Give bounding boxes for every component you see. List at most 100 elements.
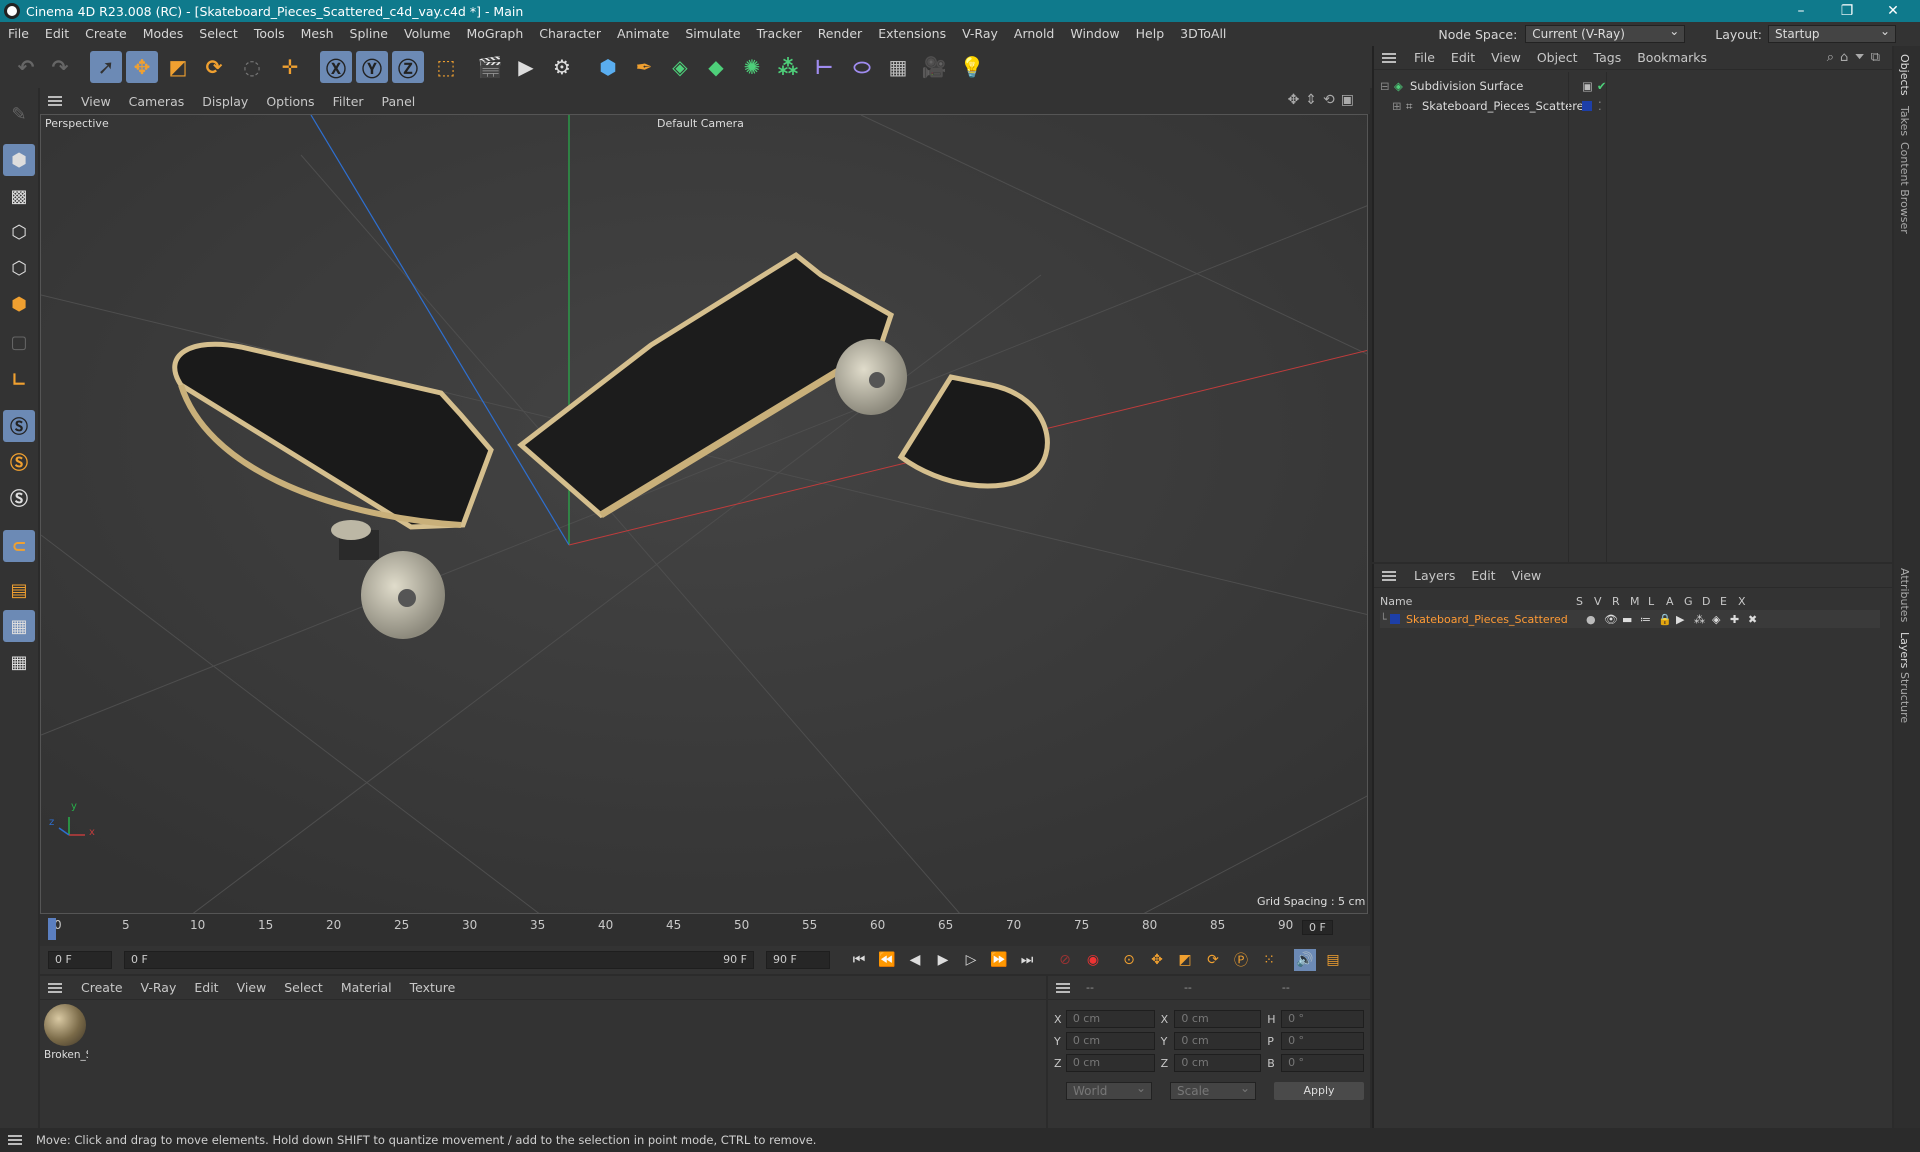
menu-window[interactable]: Window <box>1062 22 1127 46</box>
tab-content-browser[interactable]: Content Browser <box>1898 142 1911 234</box>
viewport-menu-options[interactable]: Options <box>257 94 323 109</box>
sound-icon[interactable]: 🔊 <box>1294 949 1316 971</box>
cloner-icon[interactable]: ✺ <box>736 51 768 83</box>
material-swatch[interactable]: Broken_S <box>44 1004 88 1064</box>
rotate-tool-icon[interactable]: ⟳ <box>198 51 230 83</box>
menu-mograph[interactable]: MoGraph <box>458 22 531 46</box>
undo-icon[interactable]: ↶ <box>10 51 42 83</box>
coordinate-system-icon[interactable]: ⬚ <box>430 51 462 83</box>
menu-tools[interactable]: Tools <box>246 22 293 46</box>
snap-icon[interactable]: Ⓢ <box>3 410 35 442</box>
key-rotation-icon[interactable]: ⟳ <box>1202 949 1224 971</box>
next-frame-icon[interactable]: ▷ <box>960 949 982 971</box>
deformer-icon[interactable]: ⊢ <box>808 51 840 83</box>
menu-modes[interactable]: Modes <box>135 22 192 46</box>
current-frame-field[interactable]: 0 F <box>1302 920 1333 935</box>
visibility-dots-icon[interactable]: ⁚ <box>1598 99 1602 113</box>
pos-y-field[interactable]: 0 cm <box>1065 1032 1155 1050</box>
record-keys-icon[interactable]: ⊘ <box>1054 949 1076 971</box>
floor-icon[interactable]: ▦ <box>882 51 914 83</box>
keyframe-selection-icon[interactable]: ⊙ <box>1118 949 1140 971</box>
menu-edit[interactable]: Edit <box>37 22 77 46</box>
locked-workplane-icon[interactable]: ▦ <box>3 646 35 678</box>
mograph-fracture-icon[interactable]: ⁂ <box>772 51 804 83</box>
menu-render[interactable]: Render <box>810 22 871 46</box>
tab-attributes[interactable]: Attributes <box>1898 568 1911 622</box>
select-tool-icon[interactable]: ➚ <box>90 51 122 83</box>
light-icon[interactable]: 💡 <box>956 51 988 83</box>
layer-solo-icon[interactable]: ● <box>1586 613 1604 626</box>
layer-menu-layers[interactable]: Layers <box>1406 568 1463 583</box>
tab-layers[interactable]: Layers <box>1898 632 1911 668</box>
model-mode-icon[interactable]: ⬢ <box>3 144 35 176</box>
layer-render-icon[interactable]: ▬ <box>1622 613 1640 626</box>
layer-row[interactable]: └ Skateboard_Pieces_Scattered ● 👁 ▬ ≔ 🔒 … <box>1380 610 1880 628</box>
workplane-icon[interactable]: ▤ <box>3 574 35 606</box>
material-menu-select[interactable]: Select <box>275 980 332 995</box>
extrude-generator-icon[interactable]: ◆ <box>700 51 732 83</box>
recent-tool-icon[interactable]: ◌ <box>236 51 268 83</box>
expand-icon[interactable]: ⊟ <box>1380 79 1394 93</box>
layer-xref-icon[interactable]: ✖ <box>1748 613 1766 626</box>
go-to-end-icon[interactable]: ⏭ <box>1016 949 1038 971</box>
layer-lock-icon[interactable]: 🔒 <box>1658 613 1676 626</box>
material-menu-view[interactable]: View <box>228 980 276 995</box>
viewport-menu-icon[interactable] <box>48 96 62 106</box>
tab-objects[interactable]: Objects <box>1898 54 1911 96</box>
expand-icon[interactable]: ⊞ <box>1392 99 1406 113</box>
object-menu-object[interactable]: Object <box>1529 50 1586 65</box>
render-view-icon[interactable]: ▶ <box>510 51 542 83</box>
render-region-icon[interactable]: 🎬 <box>474 51 506 83</box>
object-menu-view[interactable]: View <box>1483 50 1529 65</box>
timeline-ruler[interactable]: 0 5 10 15 20 25 30 35 40 45 50 55 60 65 … <box>40 914 1370 946</box>
polygons-mode-icon[interactable]: ⬢ <box>3 288 35 320</box>
go-to-start-icon[interactable]: ⏮ <box>848 949 870 971</box>
menu-simulate[interactable]: Simulate <box>677 22 748 46</box>
paint-tool-icon[interactable]: ✎ <box>3 98 35 130</box>
edges-mode-icon[interactable]: ⬡ <box>3 252 35 284</box>
points-mode-icon[interactable]: ⬡ <box>3 216 35 248</box>
create-tool-icon[interactable]: ✛ <box>274 51 306 83</box>
object-menu-file[interactable]: File <box>1406 50 1443 65</box>
layer-menu-view[interactable]: View <box>1504 568 1550 583</box>
grid-icon[interactable]: ▦ <box>3 610 35 642</box>
material-menu-material[interactable]: Material <box>332 980 401 995</box>
object-menu-icon[interactable] <box>1382 52 1396 63</box>
snap-settings-icon[interactable]: Ⓢ <box>3 446 35 478</box>
layer-color-swatch[interactable] <box>1582 101 1592 111</box>
layer-generators-icon[interactable]: ⁂ <box>1694 613 1712 626</box>
layer-deformers-icon[interactable]: ◈ <box>1712 613 1730 626</box>
texture-mode-icon[interactable]: ▩ <box>3 180 35 212</box>
layer-menu-icon[interactable] <box>1382 570 1396 581</box>
scale-tool-icon[interactable]: ◩ <box>162 51 194 83</box>
size-x-field[interactable]: 0 cm <box>1174 1010 1262 1028</box>
menu-vray[interactable]: V-Ray <box>954 22 1006 46</box>
editor-toggle-icon[interactable]: ▣ <box>1582 79 1593 93</box>
close-button[interactable]: ✕ <box>1870 0 1916 22</box>
viewport-menu-view[interactable]: View <box>72 94 120 109</box>
pos-z-field[interactable]: 0 cm <box>1065 1054 1155 1072</box>
apply-button[interactable]: Apply <box>1274 1082 1364 1100</box>
material-menu-edit[interactable]: Edit <box>185 980 227 995</box>
viewport-menu-filter[interactable]: Filter <box>324 94 373 109</box>
minimize-button[interactable]: – <box>1778 0 1824 22</box>
menu-3dtoall[interactable]: 3DToAll <box>1172 22 1234 46</box>
menu-spline[interactable]: Spline <box>342 22 396 46</box>
viewport-menu-display[interactable]: Display <box>193 94 257 109</box>
rot-h-field[interactable]: 0 ° <box>1281 1010 1364 1028</box>
viewport-menu-panel[interactable]: Panel <box>373 94 425 109</box>
layer-menu-edit[interactable]: Edit <box>1463 568 1503 583</box>
object-menu-bookmarks[interactable]: Bookmarks <box>1629 50 1715 65</box>
size-y-field[interactable]: 0 cm <box>1174 1032 1262 1050</box>
move-tool-icon[interactable]: ✥ <box>126 51 158 83</box>
menu-character[interactable]: Character <box>531 22 609 46</box>
play-icon[interactable]: ▶ <box>932 949 954 971</box>
layer-expressions-icon[interactable]: ✚ <box>1730 613 1748 626</box>
key-parameter-icon[interactable]: Ⓟ <box>1230 949 1252 971</box>
timeline-window-icon[interactable]: ▤ <box>1322 949 1344 971</box>
uv-mode-icon[interactable]: ▢ <box>3 326 35 358</box>
viewport-nav-icons[interactable]: ✥⇕⟲▣ <box>1288 92 1360 108</box>
material-menu-create[interactable]: Create <box>72 980 132 995</box>
layer-name[interactable]: Skateboard_Pieces_Scattered <box>1406 613 1570 626</box>
object-name[interactable]: Skateboard_Pieces_Scattered <box>1422 99 1591 113</box>
